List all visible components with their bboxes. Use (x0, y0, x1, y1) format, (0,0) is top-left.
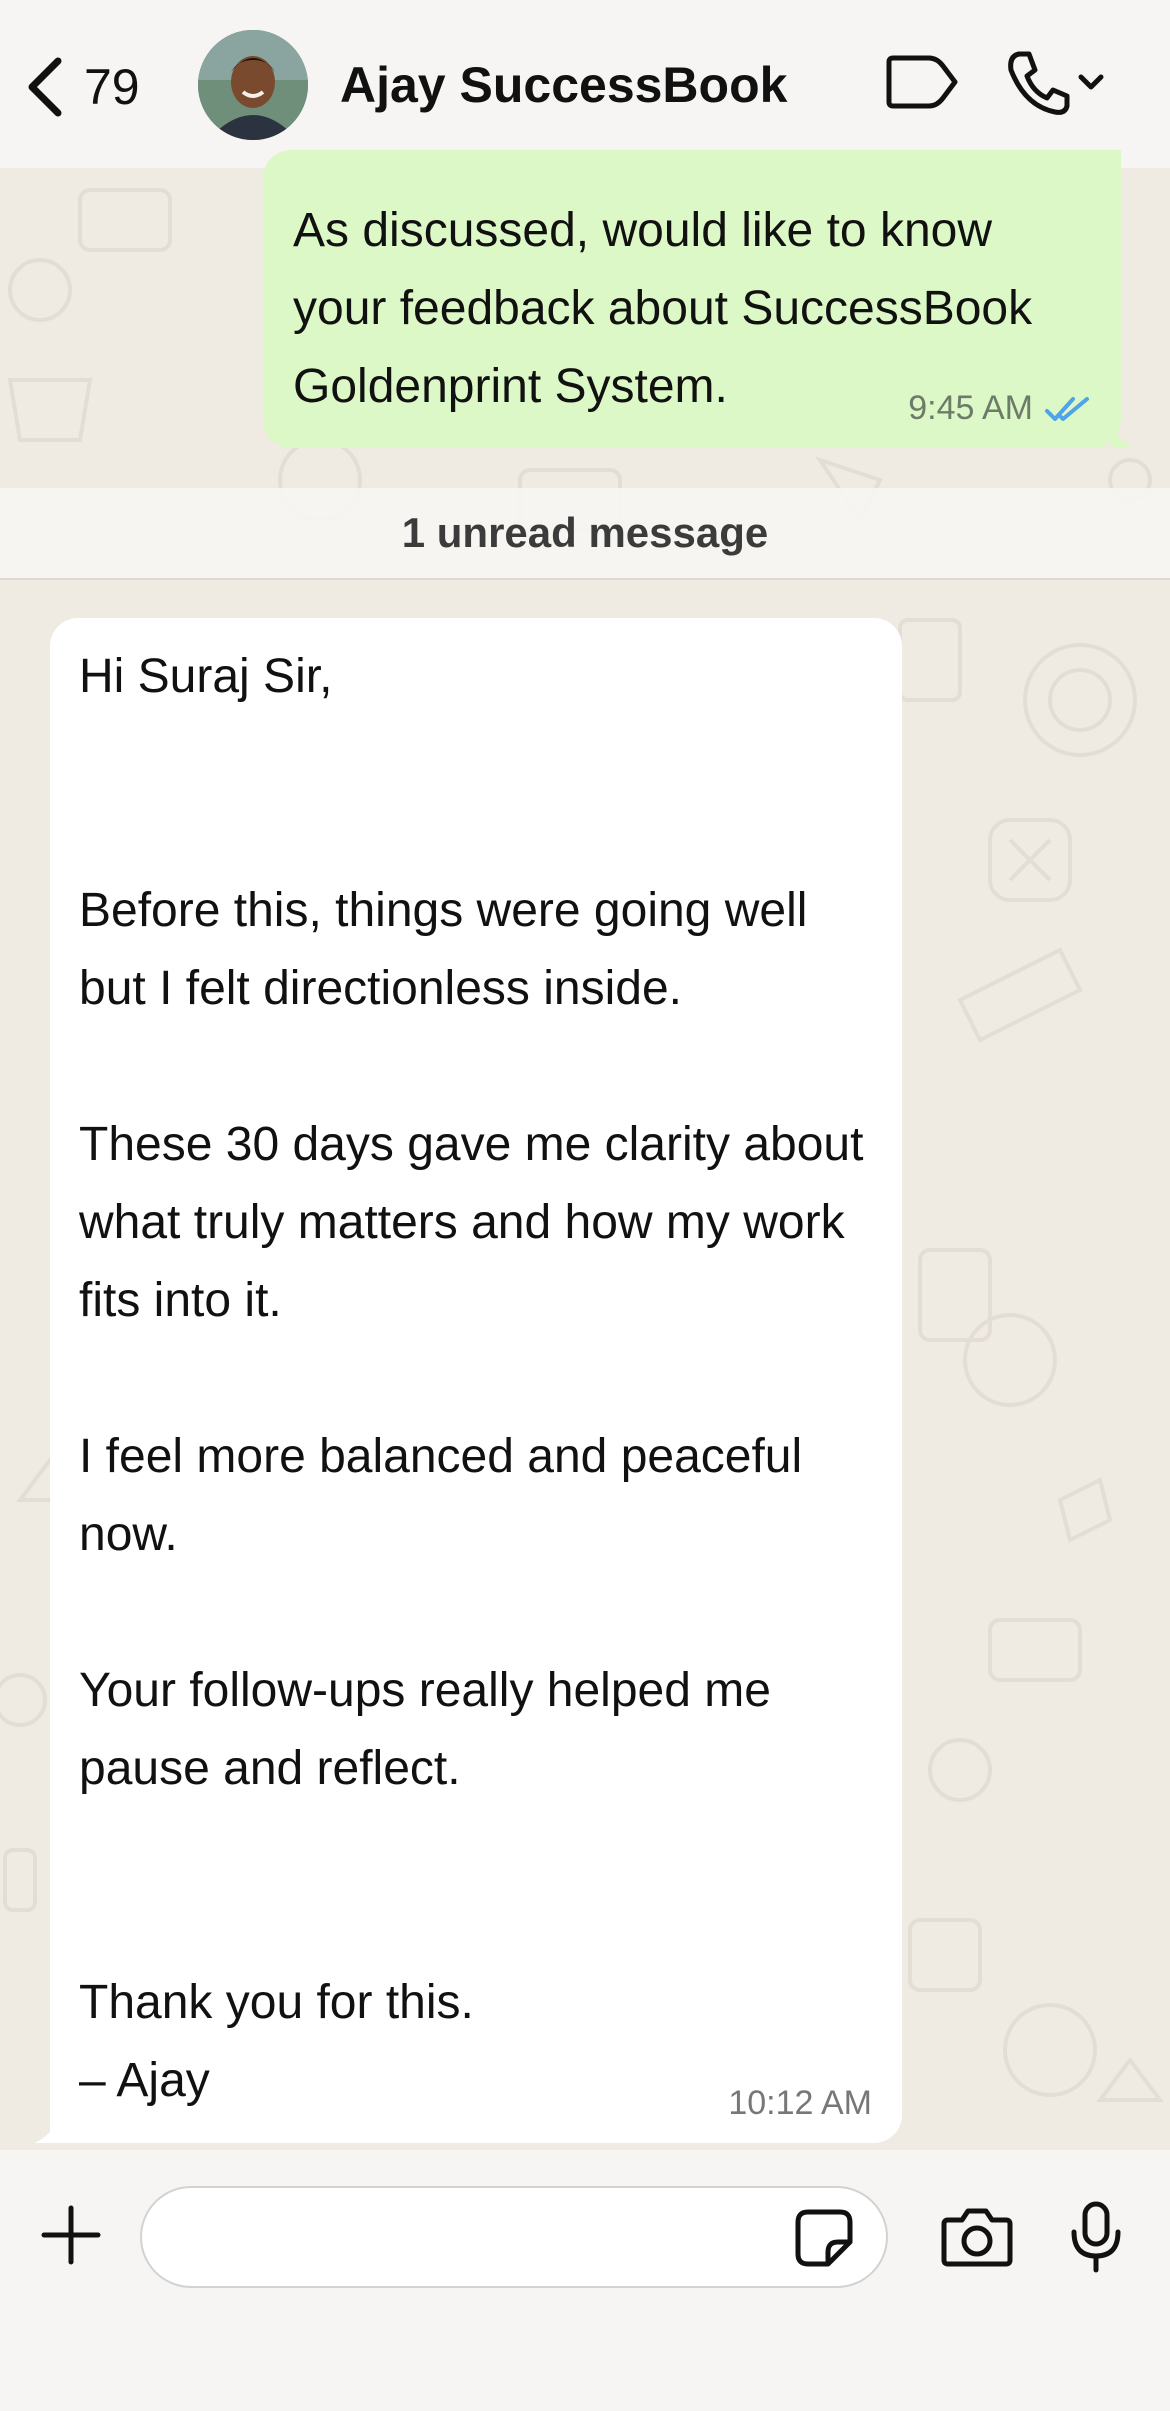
incoming-message-text: Hi Suraj Sir, Before this, things were g… (79, 638, 879, 2120)
message-line: Your follow-ups really helped me pause a… (79, 1664, 771, 1795)
message-line: Hi Suraj Sir, (79, 650, 333, 703)
chat-header: 79 Ajay SuccessBook (0, 0, 1170, 168)
camera-icon (941, 2208, 1013, 2267)
composer-bar (0, 2150, 1170, 2411)
message-line: Before this, things were going well but … (79, 884, 808, 1015)
video-icon (886, 55, 958, 109)
microphone-icon (1071, 2201, 1121, 2273)
back-button[interactable]: 79 (22, 52, 140, 122)
avatar-photo (198, 30, 308, 140)
voice-call-button[interactable] (1005, 48, 1109, 118)
attach-button[interactable] (38, 2202, 104, 2273)
message-line (79, 1574, 879, 1652)
unread-divider: 1 unread message (0, 488, 1170, 580)
double-check-icon (1045, 396, 1089, 421)
unread-chats-count: 79 (84, 59, 140, 115)
message-line (79, 1886, 879, 1964)
message-line (79, 1808, 879, 1886)
avatar[interactable] (198, 30, 308, 140)
message-line (79, 794, 879, 872)
phone-icon (1008, 51, 1070, 115)
incoming-message-time: 10:12 AM (728, 2084, 872, 2122)
message-line: I feel more balanced and peaceful now. (79, 1430, 803, 1561)
sticker-button[interactable] (794, 2208, 854, 2273)
message-line (79, 1340, 879, 1418)
sticker-icon (795, 2209, 853, 2267)
outgoing-message[interactable]: As discussed, would like to know your fe… (263, 150, 1135, 448)
message-input[interactable] (140, 2186, 888, 2288)
incoming-message[interactable]: Hi Suraj Sir, Before this, things were g… (34, 618, 902, 2143)
outgoing-message-time: 9:45 AM (908, 389, 1033, 427)
video-call-button[interactable] (885, 50, 959, 119)
message-line (79, 1028, 879, 1106)
plus-icon (41, 2205, 101, 2265)
contact-name[interactable]: Ajay SuccessBook (340, 56, 787, 114)
camera-button[interactable] (940, 2206, 1014, 2273)
message-line (79, 716, 879, 794)
outgoing-message-meta: 9:45 AM (908, 389, 1093, 428)
voice-message-button[interactable] (1068, 2200, 1124, 2279)
bubble-tail (1111, 418, 1135, 448)
chevron-left-icon (28, 57, 62, 117)
chevron-down-icon (1078, 74, 1104, 90)
message-line: These 30 days gave me clarity about what… (79, 1118, 864, 1327)
message-line: Thank you for this. (79, 1976, 474, 2029)
bubble-tail (34, 2113, 58, 2143)
